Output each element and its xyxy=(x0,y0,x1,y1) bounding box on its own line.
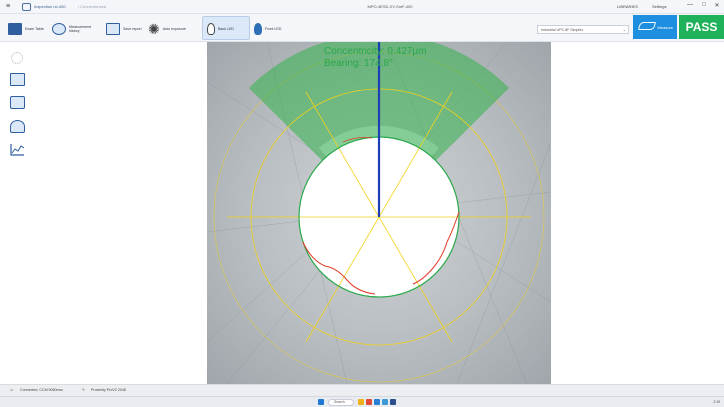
measurement-history-button[interactable]: Measurement history xyxy=(52,18,91,40)
minimize-button[interactable]: — xyxy=(686,2,694,8)
profile-select[interactable]: Industrial UPC 8F Simplex ⌄ xyxy=(537,25,629,34)
camera-icon[interactable] xyxy=(10,96,25,109)
libraries-link[interactable]: LIBRARIES xyxy=(617,4,638,9)
bearing-label: Bearing: 174.8° xyxy=(324,58,394,69)
save-report-button[interactable]: Save report xyxy=(106,18,145,40)
close-button[interactable]: ✕ xyxy=(713,2,721,9)
window-title: MPO-4ESD-XY-SmF-400 xyxy=(367,4,413,9)
measurement-history-label: Measurement history xyxy=(69,25,91,33)
maximize-button[interactable]: □ xyxy=(700,2,708,8)
toolbar: Exam Table Measurement history Save repo… xyxy=(0,14,724,42)
camera-status: Connected, CCM 9060msc xyxy=(20,388,64,392)
fiber-endface-viewer[interactable]: Concentricity: 0.427μm Bearing: 174.8° xyxy=(207,42,551,384)
exam-table-button[interactable]: Exam Table xyxy=(8,18,47,40)
breadcrumb[interactable]: Inspection rcl-400 xyxy=(34,4,66,9)
firmware-status: Proximity ProV2 2048 xyxy=(91,388,126,392)
connector-icon xyxy=(637,22,657,30)
chevron-down-icon: ⌄ xyxy=(622,27,626,32)
camera-status-icon: ▭ xyxy=(10,388,14,392)
app-icon-red[interactable] xyxy=(366,399,372,405)
app-icon-blue[interactable] xyxy=(374,399,380,405)
left-sidebar xyxy=(0,42,34,384)
measure-button[interactable]: Measure xyxy=(633,15,677,39)
status-bar: ▭ Connected, CCM 9060msc ✎ Proximity Pro… xyxy=(0,384,724,396)
auto-exposure-label: Auto exposure xyxy=(162,27,186,31)
plug-icon: ✎ xyxy=(82,388,86,392)
report-icon xyxy=(106,23,120,35)
chart-icon[interactable] xyxy=(10,143,25,156)
auto-exposure-button[interactable]: ✺ Auto exposure xyxy=(148,18,193,40)
back-led-label: Back LED xyxy=(218,27,234,31)
app-icon-dark[interactable] xyxy=(390,399,396,405)
bulb-off-icon xyxy=(207,23,215,35)
save-report-label: Save report xyxy=(123,27,142,31)
back-led-button[interactable]: Back LED xyxy=(207,18,238,40)
fiber-view-icon[interactable] xyxy=(10,73,25,86)
front-led-button[interactable]: Front LED xyxy=(254,18,285,40)
clock: 2:19 xyxy=(713,400,720,404)
concentricity-label: Concentricity: 0.427μm xyxy=(324,46,427,57)
gear-icon[interactable] xyxy=(11,52,23,64)
endface-overlay xyxy=(207,42,551,384)
history-icon xyxy=(52,23,66,35)
title-bar: ≡ Inspection rcl-400 / Connectorized MPO… xyxy=(0,0,724,14)
breadcrumb-trail: / Connectorized xyxy=(78,4,107,9)
start-icon[interactable] xyxy=(318,399,324,405)
folder-icon[interactable] xyxy=(358,399,364,405)
home-icon[interactable] xyxy=(22,3,31,11)
history-icon[interactable] xyxy=(10,120,25,133)
app-icon-cyan[interactable] xyxy=(382,399,388,405)
measure-label: Measure xyxy=(657,24,673,30)
taskbar-search[interactable]: Search xyxy=(328,399,354,406)
profile-select-value: Industrial UPC 8F Simplex xyxy=(541,28,584,32)
sun-icon: ✺ xyxy=(148,21,160,37)
result-badge: PASS xyxy=(679,15,724,39)
hamburger-menu-icon[interactable]: ≡ xyxy=(6,3,10,10)
exam-table-label: Exam Table xyxy=(25,27,44,31)
settings-link[interactable]: Settings xyxy=(652,4,666,9)
bulb-on-icon xyxy=(254,23,262,35)
os-taskbar: Search 2:19 xyxy=(0,396,724,407)
fiber-icon xyxy=(8,23,22,35)
front-led-label: Front LED xyxy=(265,27,282,31)
